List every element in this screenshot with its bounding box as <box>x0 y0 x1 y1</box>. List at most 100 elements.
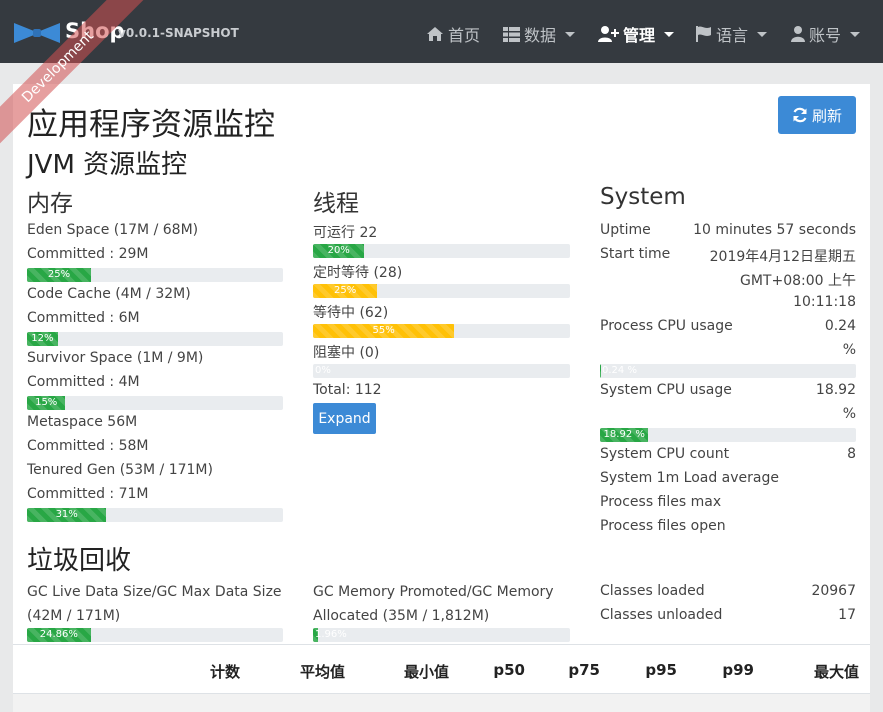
nav-data-label: 数据 <box>524 26 557 45</box>
memory-pool-name: Survivor Space (1M / 9M) <box>27 350 204 366</box>
gc-heading: 垃圾回收 <box>27 546 132 576</box>
memory-progress-fill: 31% <box>27 508 107 522</box>
classes-loaded-label: Classes loaded <box>600 583 705 599</box>
process-cpu-unit: % <box>842 342 856 358</box>
nav-admin-label: 管理 <box>623 26 656 45</box>
nav-data[interactable]: 数据 <box>503 22 576 46</box>
memory-progress-bar: 12% <box>27 332 283 346</box>
nav-account-label: 账号 <box>809 26 842 45</box>
cpu-count-value: 8 <box>847 446 856 462</box>
thread-progress-fill: 55% <box>313 324 455 338</box>
memory-progress-bar: 25% <box>27 268 283 282</box>
gc-promoted-label: GC Memory Promoted/GC Memory Allocated (… <box>313 580 554 628</box>
uptime-value: 10 minutes 57 seconds <box>693 222 856 238</box>
system-cpu-value: 18.92 <box>815 382 856 398</box>
memory-pool-committed: Committed : 71M <box>27 486 149 502</box>
start-time-date: 2019年4月12日星期五 <box>709 249 856 265</box>
brand-version: v0.0.1-SNAPSHOT <box>118 26 239 40</box>
nav-language-label: 语言 <box>716 26 749 45</box>
files-max-label: Process files max <box>600 494 722 510</box>
threads-heading: 线程 <box>313 191 359 217</box>
nav-account[interactable]: 账号 <box>791 22 861 46</box>
nav-home-label: 首页 <box>448 26 481 45</box>
load-average-label: System 1m Load average <box>600 470 779 486</box>
memory-pool-committed: Committed : 4M <box>27 374 140 390</box>
memory-progress-fill: 15% <box>27 396 66 410</box>
classes-unloaded-value: 17 <box>838 607 856 623</box>
chevron-down-icon <box>664 31 675 37</box>
gc-promoted-bar: 1.96% <box>313 628 570 642</box>
memory-pool-committed: Committed : 6M <box>27 310 140 326</box>
memory-pool-name: Eden Space (17M / 68M) <box>27 222 199 238</box>
process-cpu-bar: 0.24 % <box>600 364 856 378</box>
column-header-mean: 平均值 <box>299 663 345 681</box>
gc-live-data-line2: (42M / 171M) <box>27 608 121 624</box>
gc-stats-table-header: 计数 平均值 最小值 p50 p75 p95 p99 最大值 <box>13 644 870 694</box>
system-cpu-label: System CPU usage <box>600 382 732 398</box>
thread-progress-bar: 55% <box>313 324 570 338</box>
user-plus-icon <box>598 26 619 42</box>
chevron-down-icon <box>850 31 861 37</box>
start-time-zone: GMT+08:00 上午 <box>739 273 856 289</box>
classes-unloaded-label: Classes unloaded <box>600 607 723 623</box>
column-header-p50: p50 <box>493 661 525 679</box>
thread-progress-bar: 25% <box>313 284 570 298</box>
column-header-max: 最大值 <box>813 663 859 681</box>
thread-state-label: 等待中 (62) <box>313 305 389 321</box>
thread-state-label: 定时等待 (28) <box>313 265 403 281</box>
memory-progress-fill: 25% <box>27 268 91 282</box>
refresh-button[interactable]: 刷新 <box>778 96 856 134</box>
thread-state-label: 阻塞中 (0) <box>313 345 380 361</box>
memory-heading: 内存 <box>27 191 73 217</box>
refresh-icon <box>793 107 807 123</box>
bowtie-logo-icon <box>14 23 60 43</box>
process-cpu-label: Process CPU usage <box>600 318 733 334</box>
expand-button[interactable]: Expand <box>313 403 376 434</box>
thread-progress-fill: 20% <box>313 244 365 258</box>
column-header-p99: p99 <box>722 661 754 679</box>
gc-live-data-line1: GC Live Data Size/GC Max Data Size <box>27 584 282 600</box>
thread-progress-label: 0% <box>315 365 331 376</box>
column-header-count: 计数 <box>209 663 240 681</box>
memory-pool-committed: Committed : 29M <box>27 246 149 262</box>
gc-promoted-line1: GC Memory Promoted/GC Memory <box>313 584 554 600</box>
jvm-subtitle: JVM 资源监控 <box>27 150 188 180</box>
thread-state-label: 可运行 22 <box>313 225 378 241</box>
gc-stats-table-row <box>13 694 870 712</box>
memory-pool-name: Metaspace 56M <box>27 414 138 430</box>
page-title: 应用程序资源监控 <box>27 107 275 143</box>
system-cpu-fill: 18.92 % <box>600 428 649 442</box>
chevron-down-icon <box>757 31 768 37</box>
process-cpu-fill <box>600 364 601 378</box>
process-cpu-value: 0.24 <box>824 318 856 334</box>
gc-promoted-line2: Allocated (35M / 1,812M) <box>313 608 490 624</box>
uptime-label: Uptime <box>600 222 651 238</box>
system-heading: System <box>600 184 686 210</box>
classes-loaded-value: 20967 <box>811 583 856 599</box>
thread-progress-bar: 20% <box>313 244 570 258</box>
start-time-label: Start time <box>600 246 671 262</box>
thread-progress-fill: 25% <box>313 284 378 298</box>
column-header-p95: p95 <box>645 661 677 679</box>
memory-progress-bar: 31% <box>27 508 283 522</box>
process-cpu-bar-label: 0.24 % <box>602 365 637 376</box>
gc-live-data-label: GC Live Data Size/GC Max Data Size (42M … <box>27 580 282 628</box>
memory-pool-name: Tenured Gen (53M / 171M) <box>27 462 213 478</box>
nav-admin[interactable]: 管理 <box>598 22 675 46</box>
memory-progress-fill: 12% <box>27 332 58 346</box>
user-icon <box>791 26 805 42</box>
system-cpu-unit: % <box>842 406 856 422</box>
start-time-clock: 10:11:18 <box>793 294 856 310</box>
thread-progress-bar: 0% <box>313 364 570 378</box>
nav-home[interactable]: 首页 <box>426 22 480 46</box>
files-open-label: Process files open <box>600 518 726 534</box>
refresh-label: 刷新 <box>811 106 842 125</box>
gc-promoted-bar-label: 1.96% <box>315 629 347 640</box>
gc-live-data-fill: 24.86% <box>27 628 91 642</box>
memory-pool-committed: Committed : 58M <box>27 438 149 454</box>
home-icon <box>427 27 443 41</box>
flag-icon <box>696 26 711 42</box>
memory-progress-bar: 15% <box>27 396 283 410</box>
nav-language[interactable]: 语言 <box>696 22 768 46</box>
column-header-p75: p75 <box>568 661 600 679</box>
